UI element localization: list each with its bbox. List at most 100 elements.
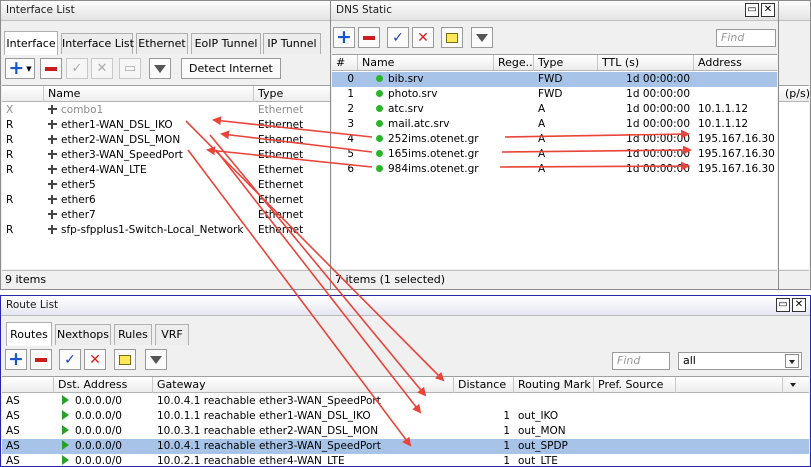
row-name-text: ether6 (61, 194, 96, 206)
restore-icon[interactable]: ▭ (776, 298, 790, 312)
tab-ethernet[interactable]: Ethernet (136, 33, 188, 54)
find-input[interactable]: Find (612, 352, 670, 370)
row-number: 6 (347, 163, 354, 175)
chevron-down-icon[interactable] (785, 354, 799, 368)
row-flag: AS (6, 395, 20, 407)
column-flag[interactable] (2, 377, 54, 393)
table-row[interactable]: 0 bib.srv FWD 1d 00:00:00 (332, 72, 777, 87)
enable-button[interactable]: ✓ (387, 27, 409, 48)
comment-button[interactable] (441, 27, 463, 48)
columns-menu-icon[interactable] (787, 378, 801, 392)
row-dst-address: 0.0.0.0/0 (58, 439, 153, 454)
column-name[interactable]: Name (44, 86, 254, 102)
row-dst-text: 0.0.0.0/0 (75, 425, 122, 437)
route-list-titlebar[interactable]: Route List ▭ ✕ (1, 296, 810, 316)
detect-internet-button[interactable]: Detect Internet (181, 58, 281, 79)
restore-icon[interactable]: ▭ (745, 3, 759, 17)
remove-button[interactable] (40, 58, 62, 79)
enable-button[interactable]: ✓ (66, 58, 88, 79)
tab-eoip-tunnel[interactable]: EoIP Tunnel (191, 33, 261, 54)
tab-interface-list[interactable]: Interface List (61, 33, 134, 54)
comment-button[interactable]: ▭ (119, 58, 141, 79)
table-row[interactable]: 2 atc.srv A 1d 00:00:00 10.1.1.12 (332, 102, 777, 117)
column-gateway[interactable]: Gateway (153, 377, 454, 393)
remove-button[interactable] (30, 349, 52, 370)
row-type: Ethernet (258, 164, 304, 176)
table-row[interactable]: AS 0.0.0.0/0 10.0.2.1 reachable ether4-WAN… (2, 454, 809, 467)
column-pps[interactable]: (p/s) (781, 86, 810, 102)
plus-icon: + (8, 57, 25, 79)
find-input[interactable]: Find (716, 29, 776, 47)
row-routing-mark: out_MON (518, 425, 566, 437)
active-route-icon (62, 440, 69, 450)
interface-icon (48, 105, 57, 114)
filter-button[interactable] (149, 58, 171, 79)
row-flag: AS (6, 455, 20, 467)
row-routing-mark: out_IKO (518, 410, 559, 422)
remove-button[interactable] (358, 27, 380, 48)
add-button[interactable]: + (5, 349, 27, 370)
tab-rules[interactable]: Rules (114, 324, 152, 345)
filter-select[interactable]: all (678, 352, 802, 370)
row-ttl: 1d 00:00:00 (626, 118, 690, 130)
row-name-text: mail.atc.srv (388, 118, 450, 130)
column-address[interactable]: Address (694, 55, 778, 71)
dns-static-titlebar[interactable]: DNS Static ▭ ✕ (331, 1, 778, 21)
column-number[interactable]: # (332, 55, 358, 71)
row-flag: R (6, 164, 14, 176)
table-row[interactable]: 1 photo.srv FWD 1d 00:00:00 (332, 87, 777, 102)
minus-icon (363, 35, 375, 40)
table-row[interactable]: AS 0.0.0.0/0 10.0.1.1 reachable ether1-WAN… (2, 409, 809, 424)
table-row[interactable]: 6 984ims.otenet.gr A 1d 00:00:00 195.167.16.… (332, 162, 777, 177)
tab-routes[interactable]: Routes (6, 322, 52, 346)
add-button[interactable]: + (333, 27, 355, 48)
column-type[interactable]: Type (254, 86, 334, 102)
row-type: Ethernet (258, 194, 304, 206)
enable-button[interactable]: ✓ (59, 349, 81, 370)
close-icon[interactable]: ✕ (792, 298, 806, 312)
row-ttl: 1d 00:00:00 (626, 133, 690, 145)
tab-vrf[interactable]: VRF (155, 324, 189, 345)
close-icon[interactable]: ✕ (761, 3, 775, 17)
column-routing-mark[interactable]: Routing Mark (514, 377, 594, 393)
status-enabled-icon (376, 120, 383, 127)
table-row[interactable]: 3 mail.atc.srv A 1d 00:00:00 10.1.1.12 (332, 117, 777, 132)
disable-button[interactable]: ✕ (91, 58, 113, 79)
route-tabs: Routes Nexthops Rules VRF (1, 320, 810, 346)
comment-button[interactable] (114, 349, 136, 370)
tab-ip-tunnel[interactable]: IP Tunnel (263, 33, 321, 54)
row-type: Ethernet (258, 149, 304, 161)
column-pref-source[interactable]: Pref. Source (594, 377, 676, 393)
table-row[interactable]: AS 0.0.0.0/0 10.0.4.1 reachable ether3-WAN… (2, 439, 809, 454)
column-distance[interactable]: Distance (454, 377, 514, 393)
tab-nexthops[interactable]: Nexthops (55, 324, 111, 345)
cross-icon: ✕ (417, 29, 429, 46)
filter-button[interactable] (471, 27, 493, 48)
column-regexp[interactable]: Rege... (494, 55, 534, 71)
table-row[interactable]: 5 165ims.otenet.gr A 1d 00:00:00 195.167.16.… (332, 147, 777, 162)
active-route-icon (62, 425, 69, 435)
column-dst-address[interactable]: Dst. Address (54, 377, 153, 393)
table-row[interactable]: 4 252ims.otenet.gr A 1d 00:00:00 195.167.16.… (332, 132, 777, 147)
disable-button[interactable]: ✕ (84, 349, 106, 370)
row-name-text: 252ims.otenet.gr (388, 133, 479, 145)
column-type[interactable]: Type (534, 55, 598, 71)
row-address (694, 87, 778, 102)
row-flag: R (6, 224, 14, 236)
column-name[interactable]: Name (358, 55, 494, 71)
tab-interface[interactable]: Interface (4, 31, 58, 55)
row-name-text: ether4-WAN_LTE (61, 164, 147, 176)
column-flag[interactable] (2, 86, 44, 102)
interface-icon (48, 180, 57, 189)
column-ttl[interactable]: TTL (s) (598, 55, 694, 71)
row-flag: R (6, 194, 14, 206)
table-row[interactable]: AS 0.0.0.0/0 10.0.4.1 reachable ether3-WAN… (2, 394, 809, 409)
table-row[interactable]: AS 0.0.0.0/0 10.0.3.1 reachable ether2-WAN… (2, 424, 809, 439)
row-number: 4 (347, 133, 354, 145)
filter-button[interactable] (145, 349, 167, 370)
disable-button[interactable]: ✕ (412, 27, 434, 48)
row-address: 10.1.1.12 (698, 103, 749, 115)
add-button[interactable]: + ▼ (5, 58, 35, 79)
dns-table: # Name Rege... Type TTL (s) Address 0 bib… (332, 54, 777, 269)
row-type: FWD (538, 73, 563, 85)
